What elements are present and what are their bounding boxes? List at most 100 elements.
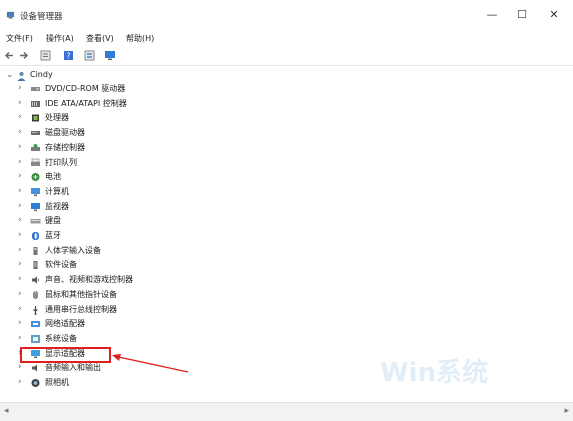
tree-item-mouse[interactable]: › 鼠标和其他指针设备 xyxy=(0,288,573,302)
device-view-icon[interactable] xyxy=(84,50,95,61)
menu-bar: 文件(F) 操作(A) 查看(V) 帮助(H) xyxy=(0,30,573,46)
chevron-right-icon[interactable]: › xyxy=(18,318,22,328)
chevron-right-icon[interactable]: › xyxy=(18,157,22,167)
annotation-highlight-box xyxy=(20,347,111,363)
tree-item-disk-drive[interactable]: › 磁盘驱动器 xyxy=(0,126,573,140)
tree-item-keyboard[interactable]: › 键盘 xyxy=(0,214,573,228)
scroll-right-icon[interactable]: ▸ xyxy=(564,406,569,416)
printer-icon xyxy=(31,158,40,166)
chevron-right-icon[interactable]: › xyxy=(18,98,22,108)
chevron-right-icon[interactable]: › xyxy=(18,362,22,372)
tree-item-label: IDE ATA/ATAPI 控制器 xyxy=(45,98,127,108)
menu-file[interactable]: 文件(F) xyxy=(6,33,33,44)
ide-controller-icon xyxy=(31,100,40,107)
tree-item-label: 软件设备 xyxy=(45,260,77,270)
chevron-down-icon[interactable]: ⌄ xyxy=(6,70,14,80)
menu-action[interactable]: 操作(A) xyxy=(46,33,74,44)
watermark: Win系统 xyxy=(380,358,489,388)
keyboard-icon xyxy=(30,219,41,224)
tree-item-network-adapter[interactable]: › 网络适配器 xyxy=(0,317,573,331)
hid-icon xyxy=(33,246,38,255)
tree-item-computer[interactable]: › 计算机 xyxy=(0,185,573,199)
tree-item-monitor[interactable]: › 监视器 xyxy=(0,200,573,214)
tree-item-hid[interactable]: › 人体学输入设备 xyxy=(0,244,573,258)
title-bar: 设备管理器 — ☐ ✕ xyxy=(0,0,573,30)
maximize-icon: ☐ xyxy=(517,8,527,21)
tree-item-printer[interactable]: › 打印队列 xyxy=(0,156,573,170)
tree-item-system-device[interactable]: › 系统设备 xyxy=(0,332,573,346)
tree-item-label: 电池 xyxy=(45,172,61,182)
chevron-right-icon[interactable]: › xyxy=(18,215,22,225)
tree-item-label: 网络适配器 xyxy=(45,319,85,329)
chevron-right-icon[interactable]: › xyxy=(18,274,22,284)
tree-item-label: DVD/CD-ROM 驱动器 xyxy=(45,84,126,93)
svg-text:?: ? xyxy=(66,52,70,61)
disk-drive-icon xyxy=(31,131,40,136)
chevron-right-icon[interactable]: › xyxy=(18,245,22,255)
usb-icon xyxy=(33,305,38,315)
sound-icon xyxy=(32,276,39,284)
monitor-icon xyxy=(31,202,40,211)
audio-io-icon xyxy=(32,364,37,372)
chevron-right-icon[interactable]: › xyxy=(18,186,22,196)
chevron-right-icon[interactable]: › xyxy=(18,333,22,343)
camera-icon xyxy=(31,379,40,387)
chevron-right-icon[interactable]: › xyxy=(18,230,22,240)
tree-item-label: 人体学输入设备 xyxy=(45,245,101,255)
computer-user-icon xyxy=(17,71,26,81)
tree-item-processor[interactable]: › 处理器 xyxy=(0,111,573,125)
tree-item-sound[interactable]: › 声音、视频和游戏控制器 xyxy=(0,273,573,287)
chevron-right-icon[interactable]: › xyxy=(18,112,22,122)
help-icon[interactable]: ? xyxy=(63,50,74,61)
chevron-right-icon[interactable]: › xyxy=(18,171,22,181)
tree-item-dvd-drive[interactable]: › DVD/CD-ROM 驱动器 xyxy=(0,82,573,96)
tree-item-label: 处理器 xyxy=(45,113,69,123)
tree-item-battery[interactable]: › 电池 xyxy=(0,170,573,184)
dvd-drive-icon xyxy=(31,87,40,91)
horizontal-scrollbar[interactable]: ◂ ▸ xyxy=(0,402,573,421)
software-device-icon xyxy=(33,261,38,270)
device-manager-icon xyxy=(6,11,15,19)
system-device-icon xyxy=(31,334,40,343)
monitor-icon[interactable] xyxy=(104,50,116,61)
chevron-right-icon[interactable]: › xyxy=(18,83,22,93)
minimize-button[interactable]: — xyxy=(478,6,506,24)
tree-item-label: 打印队列 xyxy=(45,157,77,167)
close-button[interactable]: ✕ xyxy=(540,6,568,24)
tree-item-bluetooth[interactable]: › 蓝牙 xyxy=(0,229,573,243)
tree-item-label: 鼠标和其他指针设备 xyxy=(45,289,117,299)
back-arrow-icon[interactable] xyxy=(5,50,15,61)
tree-item-storage-controller[interactable]: › 存储控制器 xyxy=(0,141,573,155)
menu-view[interactable]: 查看(V) xyxy=(86,33,114,44)
toolbar: ? xyxy=(0,47,573,66)
properties-icon[interactable] xyxy=(40,50,51,61)
tree-item-label: 监视器 xyxy=(45,201,69,211)
window-title: 设备管理器 xyxy=(20,12,63,22)
tree-item-usb[interactable]: › 通用串行总线控制器 xyxy=(0,303,573,317)
tree-item-label: 声音、视频和游戏控制器 xyxy=(45,275,133,285)
scroll-left-icon[interactable]: ◂ xyxy=(4,406,9,416)
maximize-button[interactable]: ☐ xyxy=(508,6,536,24)
chevron-right-icon[interactable]: › xyxy=(18,201,22,211)
tree-item-label: 通用串行总线控制器 xyxy=(45,304,117,314)
tree-item-label: 照相机 xyxy=(45,378,69,387)
tree-item-label: 蓝牙 xyxy=(45,231,61,240)
chevron-right-icon[interactable]: › xyxy=(18,142,22,152)
minimize-icon: — xyxy=(486,8,498,21)
tree-item-label: 磁盘驱动器 xyxy=(45,128,85,138)
forward-arrow-icon[interactable] xyxy=(18,50,28,61)
tree-item-label: 系统设备 xyxy=(45,333,77,343)
tree-item-label: 存储控制器 xyxy=(45,142,85,152)
tree-item-ide-controller[interactable]: › IDE ATA/ATAPI 控制器 xyxy=(0,97,573,111)
chevron-right-icon[interactable]: › xyxy=(18,304,22,314)
chevron-right-icon[interactable]: › xyxy=(18,259,22,269)
tree-root[interactable]: ⌄ Cindy xyxy=(0,69,573,83)
tree-item-software-device[interactable]: › 软件设备 xyxy=(0,258,573,272)
chevron-right-icon[interactable]: › xyxy=(18,289,22,299)
computer-icon xyxy=(31,187,40,196)
battery-icon xyxy=(31,173,40,182)
chevron-right-icon[interactable]: › xyxy=(18,127,22,137)
processor-icon xyxy=(32,114,39,122)
chevron-right-icon[interactable]: › xyxy=(18,377,22,387)
menu-help[interactable]: 帮助(H) xyxy=(126,33,154,44)
